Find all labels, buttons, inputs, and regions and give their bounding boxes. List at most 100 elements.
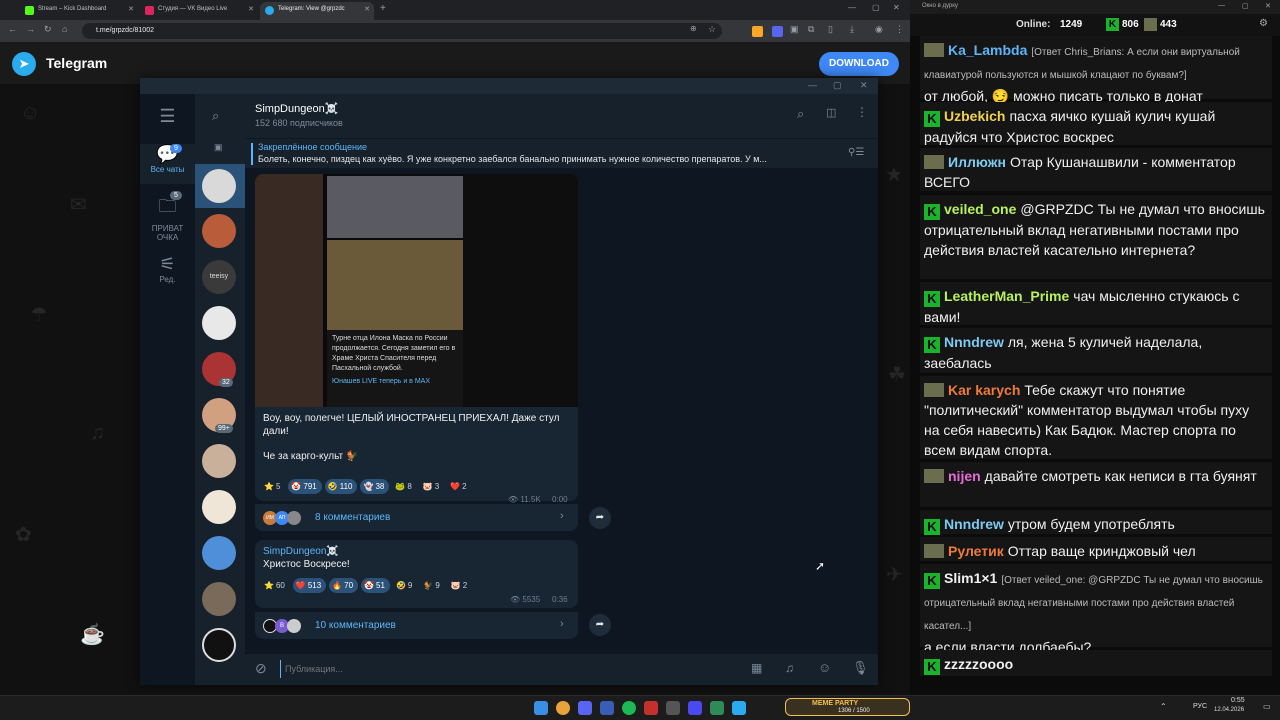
reaction-chip[interactable]: 🐷 2 xyxy=(448,578,472,593)
maximize-icon[interactable]: ▢ xyxy=(1242,2,1249,10)
close-icon[interactable]: ✕ xyxy=(364,5,370,13)
minimize-icon[interactable]: — xyxy=(848,3,856,12)
chat-avatar[interactable] xyxy=(202,536,236,570)
chat-avatar[interactable]: teeisy xyxy=(202,260,236,294)
reaction-chip[interactable]: 🐓 9 xyxy=(420,578,444,593)
message-input[interactable] xyxy=(280,660,730,678)
bell-icon[interactable]: ♫ xyxy=(785,661,794,675)
close-window-icon[interactable]: ✕ xyxy=(860,80,868,91)
app-icon[interactable] xyxy=(600,701,614,715)
archive-icon[interactable]: ▣ xyxy=(214,142,223,153)
reaction-chip[interactable]: ⭐ 5 xyxy=(261,479,285,494)
chat-username[interactable]: LeatherMan_Prime xyxy=(944,288,1069,304)
search-icon[interactable]: ⌕ xyxy=(797,106,804,122)
close-window-icon[interactable]: ✕ xyxy=(893,3,900,12)
extension-icon[interactable] xyxy=(772,26,783,37)
comments-bar[interactable]: ИМ АП 8 комментариев › xyxy=(255,504,578,531)
maximize-icon[interactable]: ▢ xyxy=(833,80,842,91)
reload-icon[interactable]: ↻ xyxy=(44,24,52,35)
browser-tab-telegram[interactable]: Telegram: View @grpzdc ✕ xyxy=(260,2,374,20)
language-indicator[interactable]: РУС xyxy=(1193,703,1207,710)
folder-privat[interactable]: 🗀 ПРИВАТ ОЧКА 5 xyxy=(140,191,195,242)
reaction-chip[interactable]: 🤣 110 xyxy=(324,479,358,494)
chat-avatar[interactable] xyxy=(202,490,236,524)
minimize-icon[interactable]: — xyxy=(808,80,817,90)
menu-button[interactable]: ☰ xyxy=(140,106,195,127)
tray-chevron-icon[interactable]: ⌃ xyxy=(1160,702,1167,711)
pin-list-icon[interactable]: ⚲☰ xyxy=(848,147,864,158)
chat-avatar[interactable] xyxy=(202,306,236,340)
reaction-chip[interactable]: 🤡 791 xyxy=(288,479,322,494)
close-window-icon[interactable]: ✕ xyxy=(1265,2,1271,10)
sidebar-icon[interactable]: ▯ xyxy=(828,24,833,35)
forward-icon[interactable]: → xyxy=(26,24,35,34)
telegram-taskbar-icon[interactable] xyxy=(732,701,746,715)
schedule-calendar-icon[interactable]: ▦ xyxy=(751,661,762,675)
channel-header[interactable]: SimpDungeon☠️ 152 680 подписчиков ⌕ ◫ ⋮ xyxy=(245,94,878,138)
maximize-icon[interactable]: ▢ xyxy=(872,3,880,12)
reaction-chip[interactable]: ❤️ 513 xyxy=(292,578,327,593)
attach-paperclip-icon[interactable]: ⊘ xyxy=(255,660,267,677)
emoji-icon[interactable]: ☺ xyxy=(818,660,831,675)
chat-username[interactable]: Иллюжн xyxy=(948,154,1006,170)
chat-username[interactable]: veiled_one xyxy=(944,201,1016,217)
chrome-icon[interactable] xyxy=(556,701,570,715)
reaction-chip[interactable]: ❤️ 2 xyxy=(447,479,471,494)
pinned-message-bar[interactable]: Закреплённое сообщение Болеть, конечно, … xyxy=(245,138,878,168)
chat-username[interactable]: Slim1×1 xyxy=(944,570,997,586)
chat-username[interactable]: nijen xyxy=(948,468,981,484)
app-icon[interactable] xyxy=(666,701,680,715)
close-icon[interactable]: ✕ xyxy=(128,5,134,13)
reaction-chip[interactable]: 🔥 70 xyxy=(329,578,359,593)
extension-icon[interactable] xyxy=(752,26,763,37)
home-icon[interactable]: ⌂ xyxy=(62,24,67,34)
chat-username[interactable]: Uzbekich xyxy=(944,108,1005,124)
comments-bar[interactable]: В 10 комментариев › xyxy=(255,612,578,639)
extensions-puzzle-icon[interactable]: ⧉ xyxy=(808,24,814,35)
extension-icon[interactable]: ▣ xyxy=(790,24,799,35)
app-icon[interactable] xyxy=(644,701,658,715)
bookmark-star-icon[interactable]: ☆ xyxy=(708,24,716,35)
chat-avatar[interactable] xyxy=(202,214,236,248)
new-tab-icon[interactable]: + xyxy=(380,3,386,14)
folder-all-chats[interactable]: 💬 Все чаты 9 xyxy=(140,144,195,184)
chat-avatar[interactable] xyxy=(202,169,236,203)
folder-edit[interactable]: ⚟ Ред. xyxy=(140,254,195,284)
reaction-chip[interactable]: 🤡 51 xyxy=(361,578,390,593)
post-video[interactable]: Турне отца Илона Маска по России продолж… xyxy=(255,174,578,407)
reaction-chip[interactable]: 🐸 8 xyxy=(392,479,416,494)
settings-gear-icon[interactable]: ⚙ xyxy=(1259,18,1268,29)
microphone-icon[interactable]: 🎙 xyxy=(852,660,869,676)
download-icon[interactable]: ⤓ xyxy=(850,24,854,35)
chat-username[interactable]: Kar karych xyxy=(948,382,1020,398)
back-icon[interactable]: ← xyxy=(8,24,17,34)
reaction-chip[interactable]: 🐷 3 xyxy=(420,479,444,494)
more-dots-icon[interactable]: ⋮ xyxy=(856,105,868,119)
share-button[interactable]: ➦ xyxy=(589,614,611,636)
chat-username[interactable]: Рулетик xyxy=(948,543,1004,559)
reaction-chip[interactable]: 👻 38 xyxy=(360,479,390,494)
profile-icon[interactable]: ◉ xyxy=(875,24,883,35)
search-icon[interactable]: ⌕ xyxy=(212,108,219,124)
browser-tab-vk[interactable]: Студия — VK Видео Live ✕ xyxy=(140,2,258,20)
chat-avatar[interactable] xyxy=(202,444,236,478)
chat-avatar[interactable] xyxy=(202,582,236,616)
minimize-icon[interactable]: — xyxy=(1218,2,1225,9)
notification-icon[interactable]: ▭ xyxy=(1263,702,1271,711)
windows-start-icon[interactable] xyxy=(534,701,548,715)
discord-icon[interactable] xyxy=(578,701,592,715)
chat-username[interactable]: Nnndrew xyxy=(944,334,1004,350)
chat-username[interactable]: zzzzzoooo xyxy=(944,656,1013,672)
download-button[interactable]: DOWNLOAD xyxy=(819,52,899,76)
share-button[interactable]: ➦ xyxy=(589,507,611,529)
close-icon[interactable]: ✕ xyxy=(248,5,254,13)
zoom-icon[interactable]: ⊕ xyxy=(690,24,697,33)
sidebar-toggle-icon[interactable]: ◫ xyxy=(826,106,836,119)
app-icon[interactable] xyxy=(710,701,724,715)
chat-username[interactable]: Ka_Lambda xyxy=(948,42,1027,58)
spotify-icon[interactable] xyxy=(622,701,636,715)
reaction-chip[interactable]: ⭐ 60 xyxy=(261,578,290,593)
chat-username[interactable]: Nnndrew xyxy=(944,516,1004,532)
menu-dots-icon[interactable]: ⋮ xyxy=(895,24,904,35)
chat-avatar[interactable] xyxy=(202,628,236,662)
